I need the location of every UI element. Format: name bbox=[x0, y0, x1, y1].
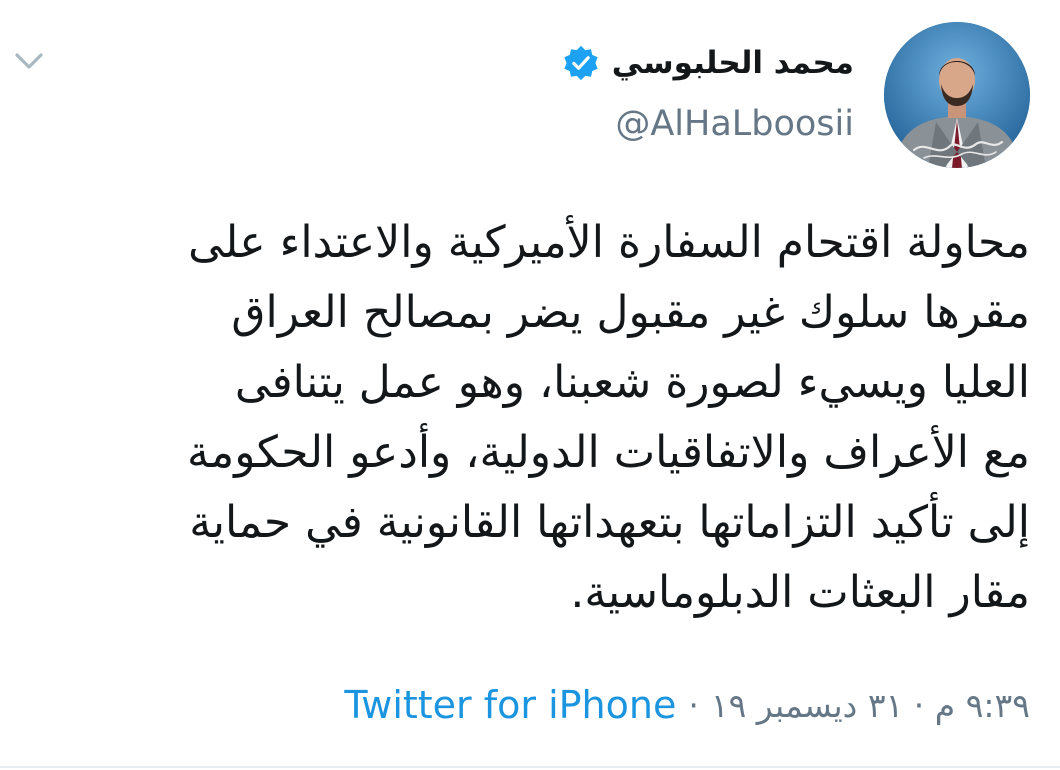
tweet-text-line: مقار البعثات الدبلوماسية. bbox=[570, 567, 1030, 618]
author-name-row[interactable]: محمد الحلبوسي bbox=[562, 38, 854, 88]
profile-photo-avatar[interactable] bbox=[884, 22, 1030, 168]
chevron-down-icon[interactable] bbox=[12, 46, 46, 76]
tweet-source-link[interactable]: Twitter for iPhone bbox=[344, 683, 676, 727]
author-display-name[interactable]: محمد الحلبوسي bbox=[612, 45, 854, 81]
tweet-text-line: مع الأعراف والاتفاقيات الدولية، وأدعو ال… bbox=[187, 427, 1030, 478]
tweet-text-line: مقرها سلوك غير مقبول يضر بمصالح العراق bbox=[231, 287, 1030, 338]
tweet-text-line: إلى تأكيد التزاماتها بتعهداتها القانونية… bbox=[189, 497, 1030, 548]
tweet-meta: Twitter for iPhone · ٩:٣٩ م · ٣١ ديسمبر … bbox=[344, 682, 1030, 728]
tweet-text-line: محاولة اقتحام السفارة الأميركية والاعتدا… bbox=[188, 217, 1030, 268]
tweet-text: محاولة اقتحام السفارة الأميركية والاعتدا… bbox=[30, 208, 1030, 628]
verified-badge-icon bbox=[564, 45, 598, 81]
bottom-divider bbox=[0, 766, 1060, 768]
tweet-card: محمد الحلبوسي @AlHaLboosii محاولة اقتحام… bbox=[0, 0, 1060, 770]
tweet-timestamp[interactable]: ٩:٣٩ م · ٣١ ديسمبر ١٩ bbox=[711, 686, 1030, 725]
tweet-text-line: العليا ويسيء لصورة شعبنا، وهو عمل يتنافى bbox=[234, 357, 1030, 408]
author-handle[interactable]: @AlHaLboosii bbox=[615, 104, 854, 144]
meta-separator: · bbox=[688, 685, 699, 725]
